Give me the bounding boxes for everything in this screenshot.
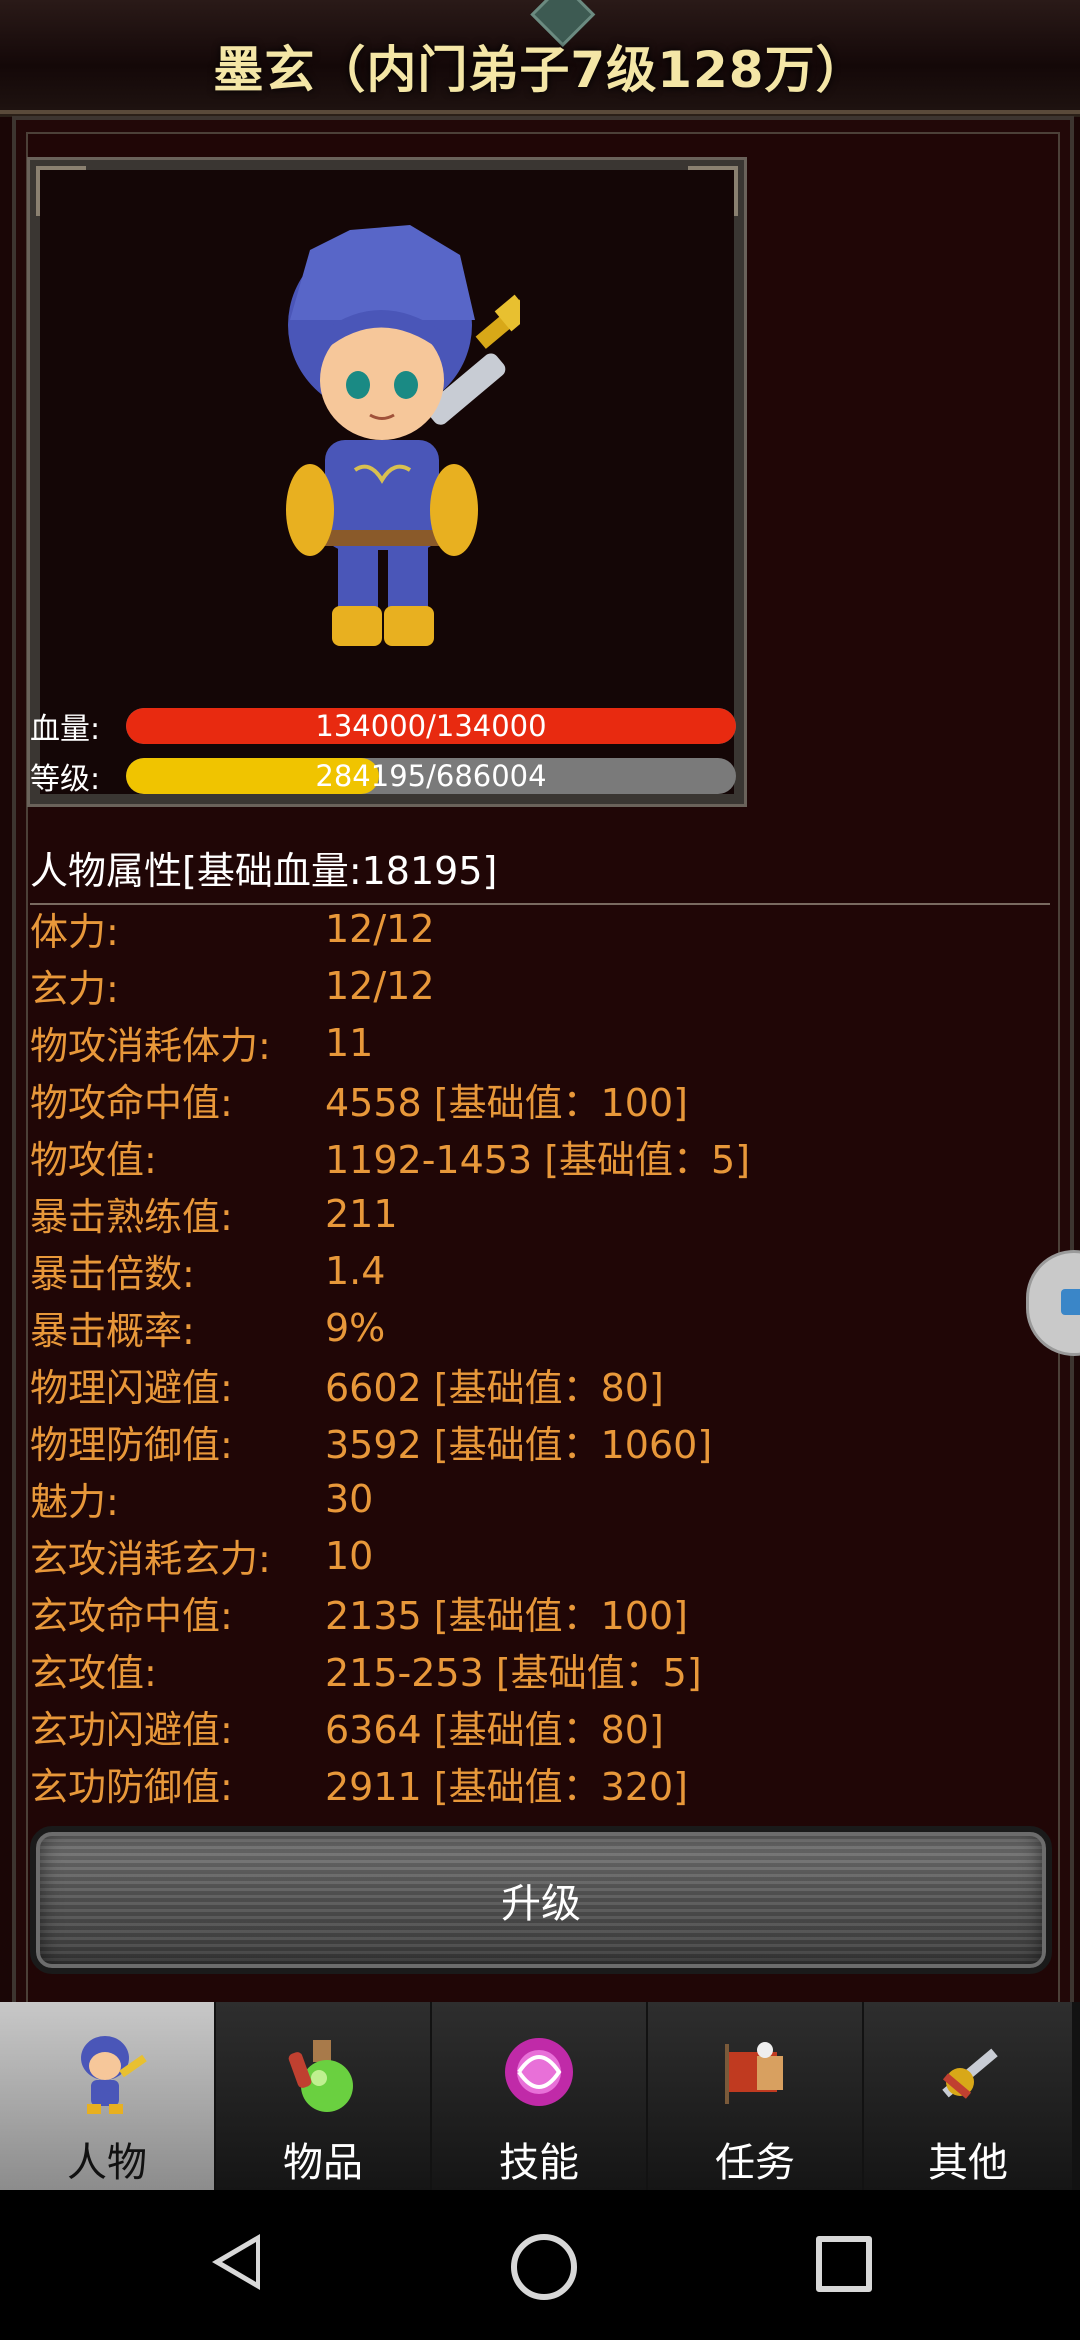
attribute-row: 物攻值: 1192-1453 [基础值：5] (30, 1128, 1060, 1185)
attribute-value: 2135 [基础值：100] (325, 1594, 688, 1638)
attribute-key: 暴击熟练值: (30, 1195, 233, 1239)
frame-corner (688, 166, 738, 216)
level-bar-row: 等级: 284195/686004 (30, 756, 736, 797)
page-title: 墨玄（内门弟子7级128万） (213, 41, 867, 99)
level-bar: 284195/686004 (126, 758, 736, 794)
attribute-value: 1192-1453 [基础值：5] (325, 1138, 751, 1182)
upgrade-button[interactable]: 升级 (30, 1826, 1052, 1974)
tab-label: 其他 (928, 2140, 1008, 2186)
home-icon[interactable] (511, 2234, 577, 2300)
attribute-row: 暴击倍数: 1.4 (30, 1242, 1060, 1299)
tab-label: 人物 (67, 2140, 147, 2186)
tab-label: 任务 (715, 2140, 795, 2186)
attribute-key: 物理防御值: (30, 1423, 233, 1467)
attribute-row: 物攻命中值: 4558 [基础值：100] (30, 1071, 1060, 1128)
tab-label: 物品 (283, 2140, 363, 2186)
quest-flag-icon (705, 2022, 805, 2122)
attribute-value: 4558 [基础值：100] (325, 1081, 688, 1125)
attribute-row: 玄功防御值: 2911 [基础值：320] (30, 1755, 1060, 1812)
attribute-value: 3592 [基础值：1060] (325, 1423, 713, 1467)
cube-icon (1061, 1289, 1080, 1315)
attribute-row: 暴击熟练值: 211 (30, 1185, 1060, 1242)
attribute-row: 物理防御值: 3592 [基础值：1060] (30, 1413, 1060, 1470)
attribute-row: 物理闪避值: 6602 [基础值：80] (30, 1356, 1060, 1413)
attribute-key: 玄攻消耗玄力: (30, 1537, 271, 1581)
attribute-value: 10 (325, 1533, 374, 1578)
character-avatar (286, 225, 520, 646)
attribute-row: 玄力: 12/12 (30, 957, 1060, 1014)
attribute-value: 30 (325, 1476, 374, 1521)
hp-value: 134000/134000 (315, 709, 547, 743)
attribute-key: 物理闪避值: (30, 1366, 233, 1410)
attribute-key: 物攻消耗体力: (30, 1024, 271, 1068)
tab-5[interactable]: 其他 (864, 2002, 1072, 2190)
level-label: 等级: (30, 762, 101, 797)
attribute-value: 6364 [基础值：80] (325, 1708, 664, 1752)
attribute-row: 玄攻值: 215-253 [基础值：5] (30, 1641, 1060, 1698)
attribute-value: 9% (325, 1305, 386, 1350)
attribute-key: 物攻命中值: (30, 1081, 233, 1125)
attribute-value: 12/12 (325, 963, 435, 1008)
hp-bar: 134000/134000 (126, 708, 736, 744)
attribute-row: 玄功闪避值: 6364 [基础值：80] (30, 1698, 1060, 1755)
attribute-value: 215-253 [基础值：5] (325, 1651, 702, 1695)
attribute-row: 玄攻消耗玄力: 10 (30, 1527, 1060, 1584)
attribute-key: 玄攻值: (30, 1651, 157, 1695)
hp-bar-row: 血量: 134000/134000 (30, 706, 736, 747)
level-value: 284195/686004 (315, 759, 547, 793)
attribute-key: 暴击概率: (30, 1309, 195, 1353)
attribute-key: 暴击倍数: (30, 1252, 195, 1296)
character-icon (57, 2022, 157, 2122)
attribute-value: 2911 [基础值：320] (325, 1765, 688, 1809)
tab-1[interactable]: 人物 (0, 2002, 214, 2190)
attribute-key: 体力: (30, 910, 119, 954)
crossed-swords-icon (918, 2022, 1018, 2122)
tab-3[interactable]: 技能 (432, 2002, 646, 2190)
attribute-value: 6602 [基础值：80] (325, 1366, 664, 1410)
attribute-value: 1.4 (325, 1248, 386, 1293)
attribute-key: 玄功闪避值: (30, 1708, 233, 1752)
attribute-row: 暴击概率: 9% (30, 1299, 1060, 1356)
attribute-key: 玄力: (30, 967, 119, 1011)
potion-icon (273, 2022, 373, 2122)
bottom-tab-bar: 人物 物品 技能 任务 其他 (0, 2002, 1080, 2190)
tab-2[interactable]: 物品 (216, 2002, 430, 2190)
attribute-row: 体力: 12/12 (30, 900, 1060, 957)
title-bar: 墨玄（内门弟子7级128万） (0, 0, 1080, 114)
attribute-key: 物攻值: (30, 1138, 157, 1182)
attribute-key: 玄攻命中值: (30, 1594, 233, 1638)
system-navigation-bar (0, 2190, 1080, 2340)
attribute-key: 魅力: (30, 1480, 119, 1524)
attribute-value: 11 (325, 1020, 374, 1065)
attribute-row: 玄攻命中值: 2135 [基础值：100] (30, 1584, 1060, 1641)
attribute-row: 魅力: 30 (30, 1470, 1060, 1527)
back-icon[interactable] (212, 2234, 260, 2290)
attributes-heading: 人物属性[基础血量:18195] (30, 840, 1050, 905)
attributes-list: 体力: 12/12 玄力: 12/12 物攻消耗体力: 11 物攻命中值: 4558 [基础值… (30, 900, 1060, 1812)
skill-orb-icon (489, 2022, 589, 2122)
tab-label: 技能 (499, 2140, 579, 2186)
attribute-row: 物攻消耗体力: 11 (30, 1014, 1060, 1071)
attribute-value: 12/12 (325, 906, 435, 951)
attribute-key: 玄功防御值: (30, 1765, 233, 1809)
frame-corner (36, 166, 86, 216)
hp-label: 血量: (30, 712, 101, 747)
tab-4[interactable]: 任务 (648, 2002, 862, 2190)
recents-icon[interactable] (816, 2236, 872, 2292)
attribute-value: 211 (325, 1191, 398, 1236)
